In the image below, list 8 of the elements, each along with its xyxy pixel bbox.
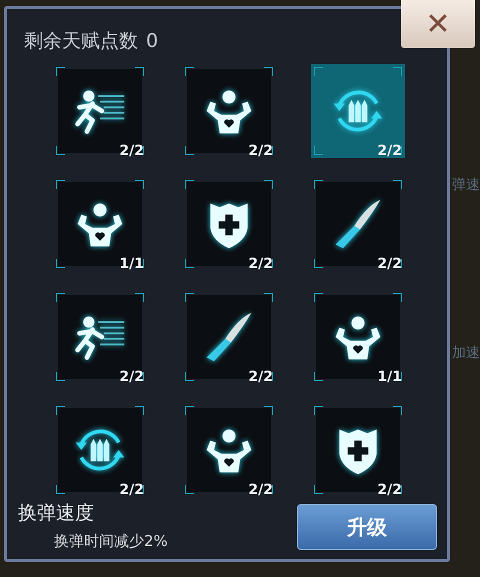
close-button[interactable]: ✕ <box>401 0 475 48</box>
background-label: 弹速 <box>452 176 480 194</box>
upgrade-button[interactable]: 升级 <box>297 504 437 550</box>
points-value: 0 <box>146 30 158 52</box>
talent-description: 换弹时间减少2% <box>54 532 168 551</box>
points-label: 剩余天赋点数 <box>24 29 138 54</box>
background-label: 加速 <box>452 344 480 362</box>
talent-name: 换弹速度 <box>18 501 95 526</box>
